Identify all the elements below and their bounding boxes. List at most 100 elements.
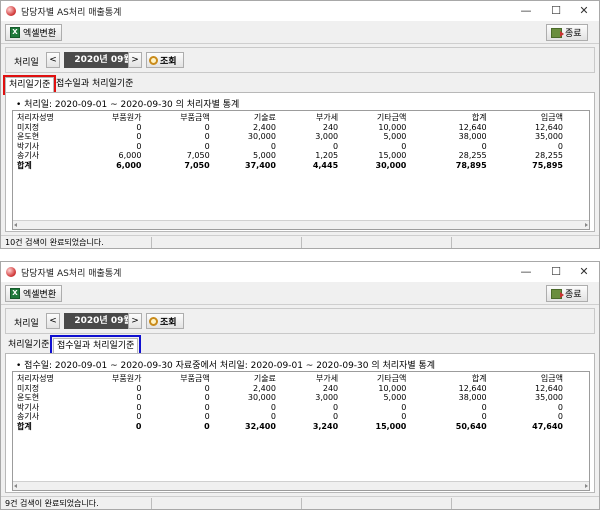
excel-export-button[interactable]: X 엑셀변환 xyxy=(5,24,63,41)
table-row[interactable]: 윤도현 0 0 30,000 3,000 5,000 38,000 35,000 xyxy=(15,393,565,403)
table-cell: 0 xyxy=(204,402,210,412)
stats-table: 처리자성명 부품원가 부품금액 기술료 부가세 기타금액 합계 입금액 미지정 … xyxy=(15,374,565,431)
table-row[interactable]: 송기사 6,000 7,050 5,000 1,205 15,000 28,25… xyxy=(15,151,565,161)
column-header[interactable]: 기타금액 xyxy=(340,374,408,384)
table-row[interactable]: 미지정 0 0 2,400 240 10,000 12,640 12,640 xyxy=(15,384,565,394)
table-row[interactable]: 미지정 0 0 2,400 240 10,000 12,640 12,640 xyxy=(15,123,565,133)
search-button[interactable]: 조회 xyxy=(146,313,184,329)
table-cell: 12,640 xyxy=(458,383,487,393)
exit-button[interactable]: 종료 xyxy=(546,285,588,302)
column-header[interactable]: 부품금액 xyxy=(143,374,211,384)
table-cell: 2,400 xyxy=(253,383,276,393)
column-header[interactable]: 합계 xyxy=(408,113,488,123)
tab-receipt-and-processing-date[interactable]: 접수일과 처리일기준 xyxy=(53,77,136,93)
table-cell: 송기사 xyxy=(17,412,40,421)
prev-month-button[interactable]: < xyxy=(46,52,60,68)
table-cell: 10,000 xyxy=(378,122,407,132)
table-row[interactable]: 박기사 0 0 0 0 0 0 0 xyxy=(15,403,565,413)
table-cell: 30,000 xyxy=(247,393,276,402)
minimize-button[interactable]: — xyxy=(511,1,541,21)
table-header-row: 처리자성명 부품원가 부품금액 기술료 부가세 기타금액 합계 입금액 xyxy=(15,374,565,384)
toolbar: X 엑셀변환 종료 xyxy=(1,22,599,44)
table-cell: 38,000 xyxy=(458,393,487,402)
close-button[interactable]: ✕ xyxy=(569,262,599,282)
table-cell: 0 xyxy=(401,412,407,421)
table-cell: 0 xyxy=(333,402,339,412)
table-cell: 35,000 xyxy=(535,393,563,402)
filter-panel: 처리일 < 2020년 09월 > 조회 xyxy=(5,47,595,73)
column-header[interactable]: 기술료 xyxy=(212,113,278,123)
next-month-button[interactable]: > xyxy=(128,313,142,329)
tab-receipt-and-processing-date[interactable]: 접수일과 처리일기준 xyxy=(49,335,142,357)
table-cell: 7,050 xyxy=(186,151,210,160)
table-total-row[interactable]: 합계 6,000 7,050 37,400 4,445 30,000 78,89… xyxy=(15,161,565,171)
table-cell: 2,400 xyxy=(253,122,276,132)
table-cell: 1,205 xyxy=(315,151,339,160)
table-cell: 0 xyxy=(204,383,210,393)
table-cell: 78,895 xyxy=(455,160,487,170)
column-header[interactable]: 부품금액 xyxy=(143,113,211,123)
table-cell: 미지정 xyxy=(17,383,40,393)
maximize-button[interactable]: ☐ xyxy=(541,1,571,21)
column-header[interactable]: 부가세 xyxy=(278,113,340,123)
tab-processing-date[interactable]: 처리일기준 xyxy=(5,338,52,354)
table-row[interactable]: 윤도현 0 0 30,000 3,000 5,000 38,000 35,000 xyxy=(15,132,565,142)
column-header[interactable]: 처리자성명 xyxy=(15,374,75,384)
excel-export-label: 엑셀변환 xyxy=(23,29,57,39)
tab-panel: • 접수일: 2020-09-01 ~ 2020-09-30 자료중에서 처리일… xyxy=(5,353,595,493)
table-cell: 15,000 xyxy=(375,421,407,431)
table-cell: 0 xyxy=(204,393,210,402)
horizontal-scrollbar[interactable] xyxy=(13,481,589,490)
tab-processing-date[interactable]: 처리일기준 xyxy=(2,75,57,95)
table-row[interactable]: 송기사 0 0 0 0 0 0 0 xyxy=(15,412,565,422)
column-header[interactable]: 기타금액 xyxy=(340,113,408,123)
table-cell: 38,000 xyxy=(458,132,487,141)
column-header[interactable]: 합계 xyxy=(408,374,488,384)
table-cell: 28,255 xyxy=(458,151,487,160)
table-total-row[interactable]: 합계 0 0 32,400 3,240 15,000 50,640 47,640 xyxy=(15,422,565,432)
table-cell: 3,000 xyxy=(315,132,339,141)
table-cell: 0 xyxy=(136,383,142,393)
close-button[interactable]: ✕ xyxy=(569,1,599,21)
table-cell: 6,000 xyxy=(118,151,142,160)
table-cell: 12,640 xyxy=(458,122,487,132)
column-header[interactable]: 입금액 xyxy=(489,113,565,123)
search-icon xyxy=(149,316,158,326)
column-header[interactable]: 처리자성명 xyxy=(15,113,75,123)
table-cell: 윤도현 xyxy=(17,393,40,402)
table-cell: 0 xyxy=(204,421,210,431)
status-divider xyxy=(151,237,152,248)
table-row[interactable]: 박기사 0 0 0 0 0 0 0 xyxy=(15,142,565,152)
search-button[interactable]: 조회 xyxy=(146,52,184,68)
column-header[interactable]: 부품원가 xyxy=(75,374,143,384)
table-cell: 15,000 xyxy=(378,151,407,160)
column-header[interactable]: 부가세 xyxy=(278,374,340,384)
search-label: 조회 xyxy=(160,317,177,328)
horizontal-scrollbar[interactable] xyxy=(13,220,589,229)
tab-strip: 처리일기준 접수일과 처리일기준 xyxy=(5,335,595,357)
status-divider xyxy=(301,237,302,248)
table-cell: 10,000 xyxy=(378,383,407,393)
stats-table-container: 처리자성명 부품원가 부품금액 기술료 부가세 기타금액 합계 입금액 미지정 … xyxy=(12,110,590,230)
maximize-button[interactable]: ☐ xyxy=(541,262,571,282)
tab-strip: 처리일기준 접수일과 처리일기준 xyxy=(2,75,595,95)
next-month-button[interactable]: > xyxy=(128,52,142,68)
column-header[interactable]: 부품원가 xyxy=(75,113,143,123)
prev-month-button[interactable]: < xyxy=(46,313,60,329)
table-cell: 4,445 xyxy=(312,160,339,170)
exit-button[interactable]: 종료 xyxy=(546,24,588,41)
table-cell: 5,000 xyxy=(383,132,407,141)
minimize-button[interactable]: — xyxy=(511,262,541,282)
table-cell: 0 xyxy=(557,141,563,151)
table-cell: 박기사 xyxy=(17,402,40,412)
status-divider xyxy=(451,237,452,248)
table-cell: 0 xyxy=(136,402,142,412)
column-header[interactable]: 기술료 xyxy=(212,374,278,384)
table-cell: 0 xyxy=(557,412,563,421)
excel-export-button[interactable]: X 엑셀변환 xyxy=(5,285,63,302)
table-cell: 윤도현 xyxy=(17,132,40,141)
column-header[interactable]: 입금액 xyxy=(489,374,565,384)
table-cell: 0 xyxy=(136,141,142,151)
table-cell: 0 xyxy=(401,141,407,151)
table-header-row: 처리자성명 부품원가 부품금액 기술료 부가세 기타금액 합계 입금액 xyxy=(15,113,565,123)
